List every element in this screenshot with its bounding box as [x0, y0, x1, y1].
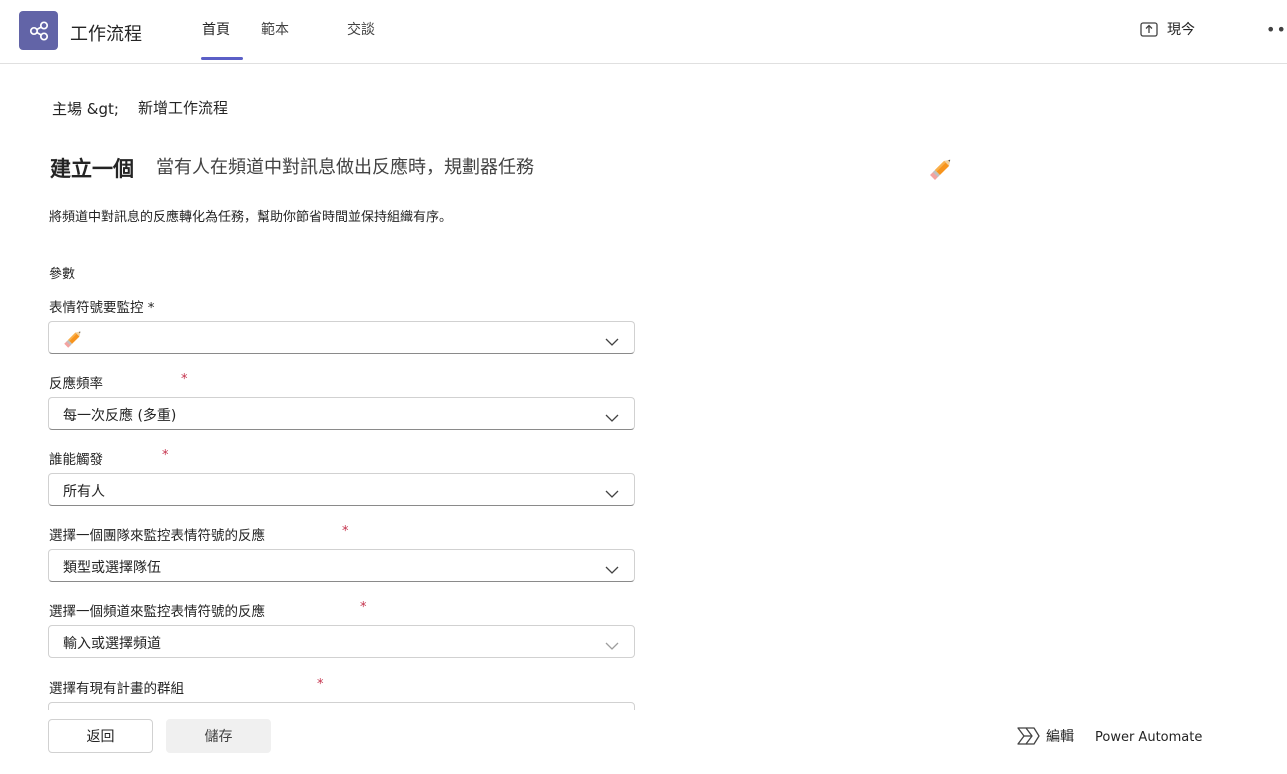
chevron-down-icon	[605, 484, 619, 503]
pencil-icon[interactable]	[926, 154, 956, 188]
parameters-heading: 參數	[49, 267, 76, 282]
channel-select-label: 選擇一個頻道來監控表情符號的反應	[49, 604, 265, 620]
channel-select-dropdown[interactable]: 輸入或選擇頻道	[48, 625, 635, 658]
workflows-app-icon	[19, 11, 58, 50]
team-select-dropdown[interactable]: 類型或選擇隊伍	[48, 549, 635, 582]
back-button[interactable]: 返回	[48, 719, 153, 753]
power-automate-label[interactable]: Power Automate	[1095, 730, 1202, 745]
group-select-label: 選擇有現有計畫的群組	[49, 681, 184, 697]
required-indicator: *	[181, 372, 188, 387]
top-bar: 工作流程 首頁 範本 交談 現今 •••	[0, 0, 1287, 64]
workflows-icon	[29, 20, 48, 41]
chevron-down-icon	[605, 560, 619, 579]
breadcrumb-home[interactable]: 主場 &gt;	[52, 98, 119, 119]
channel-select-value: 輸入或選擇頻道	[63, 636, 161, 652]
tab-chat[interactable]: 交談	[347, 19, 375, 39]
group-select-dropdown[interactable]	[48, 702, 635, 710]
power-automate-icon	[1017, 727, 1040, 745]
chevron-down-icon	[605, 408, 619, 427]
pencil-emoji-icon	[61, 327, 85, 355]
required-indicator: *	[342, 524, 349, 539]
tab-home[interactable]: 首頁	[202, 19, 230, 39]
popout-label: 現今	[1167, 22, 1195, 38]
more-options-icon[interactable]: •••	[1266, 20, 1287, 39]
active-tab-indicator	[201, 57, 243, 60]
emoji-field-label: 表情符號要監控 *	[49, 300, 155, 316]
who-can-trigger-dropdown[interactable]: 所有人	[48, 473, 635, 506]
popout-button[interactable]: 現今	[1140, 19, 1195, 39]
edit-in-power-automate-button[interactable]: 編輯	[1016, 726, 1074, 746]
reaction-frequency-value: 每一次反應 (多重)	[63, 408, 177, 424]
flow-name: 當有人在頻道中對訊息做出反應時，規劃器任務	[156, 157, 534, 178]
chevron-down-icon	[605, 332, 619, 351]
app-title: 工作流程	[70, 24, 142, 45]
edit-label: 編輯	[1046, 729, 1074, 745]
required-indicator: *	[360, 600, 367, 615]
breadcrumb-current: 新增工作流程	[138, 99, 229, 117]
scroll-clip	[0, 700, 700, 710]
team-select-label: 選擇一個團隊來監控表情符號的反應	[49, 528, 265, 544]
team-select-value: 類型或選擇隊伍	[63, 560, 161, 576]
required-indicator: *	[317, 677, 324, 692]
emoji-dropdown[interactable]	[48, 321, 635, 354]
save-button[interactable]: 儲存	[166, 719, 271, 753]
chevron-down-icon	[605, 636, 619, 655]
reaction-frequency-dropdown[interactable]: 每一次反應 (多重)	[48, 397, 635, 430]
popout-icon	[1140, 22, 1158, 37]
who-can-trigger-value: 所有人	[63, 484, 105, 500]
required-indicator: *	[162, 448, 169, 463]
tab-templates[interactable]: 範本	[261, 19, 289, 39]
who-can-trigger-label: 誰能觸發	[49, 452, 103, 468]
flow-description: 將頻道中對訊息的反應轉化為任務，幫助你節省時間並保持組織有序。	[49, 210, 453, 225]
reaction-frequency-label: 反應頻率	[49, 376, 103, 392]
page-title: 建立一個	[50, 157, 134, 181]
